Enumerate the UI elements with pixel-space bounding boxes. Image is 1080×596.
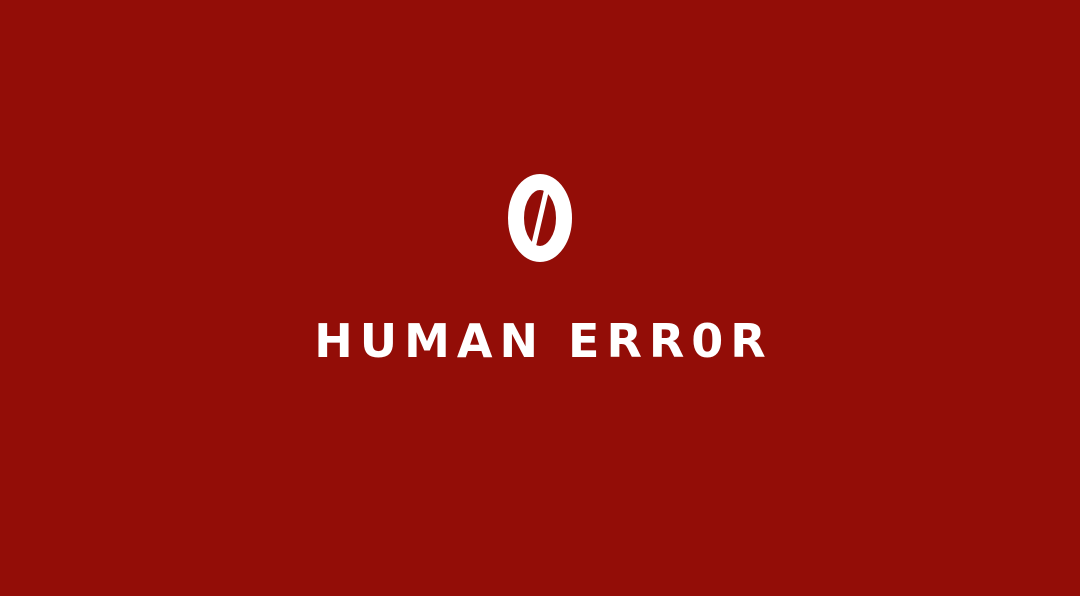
error-page: HUMAN ERR0R: [0, 0, 1080, 596]
page-title: HUMAN ERR0R: [0, 312, 1080, 370]
zero-slash-logo-icon: [508, 172, 572, 264]
headline-text: HUMAN ERR0R: [314, 314, 773, 368]
